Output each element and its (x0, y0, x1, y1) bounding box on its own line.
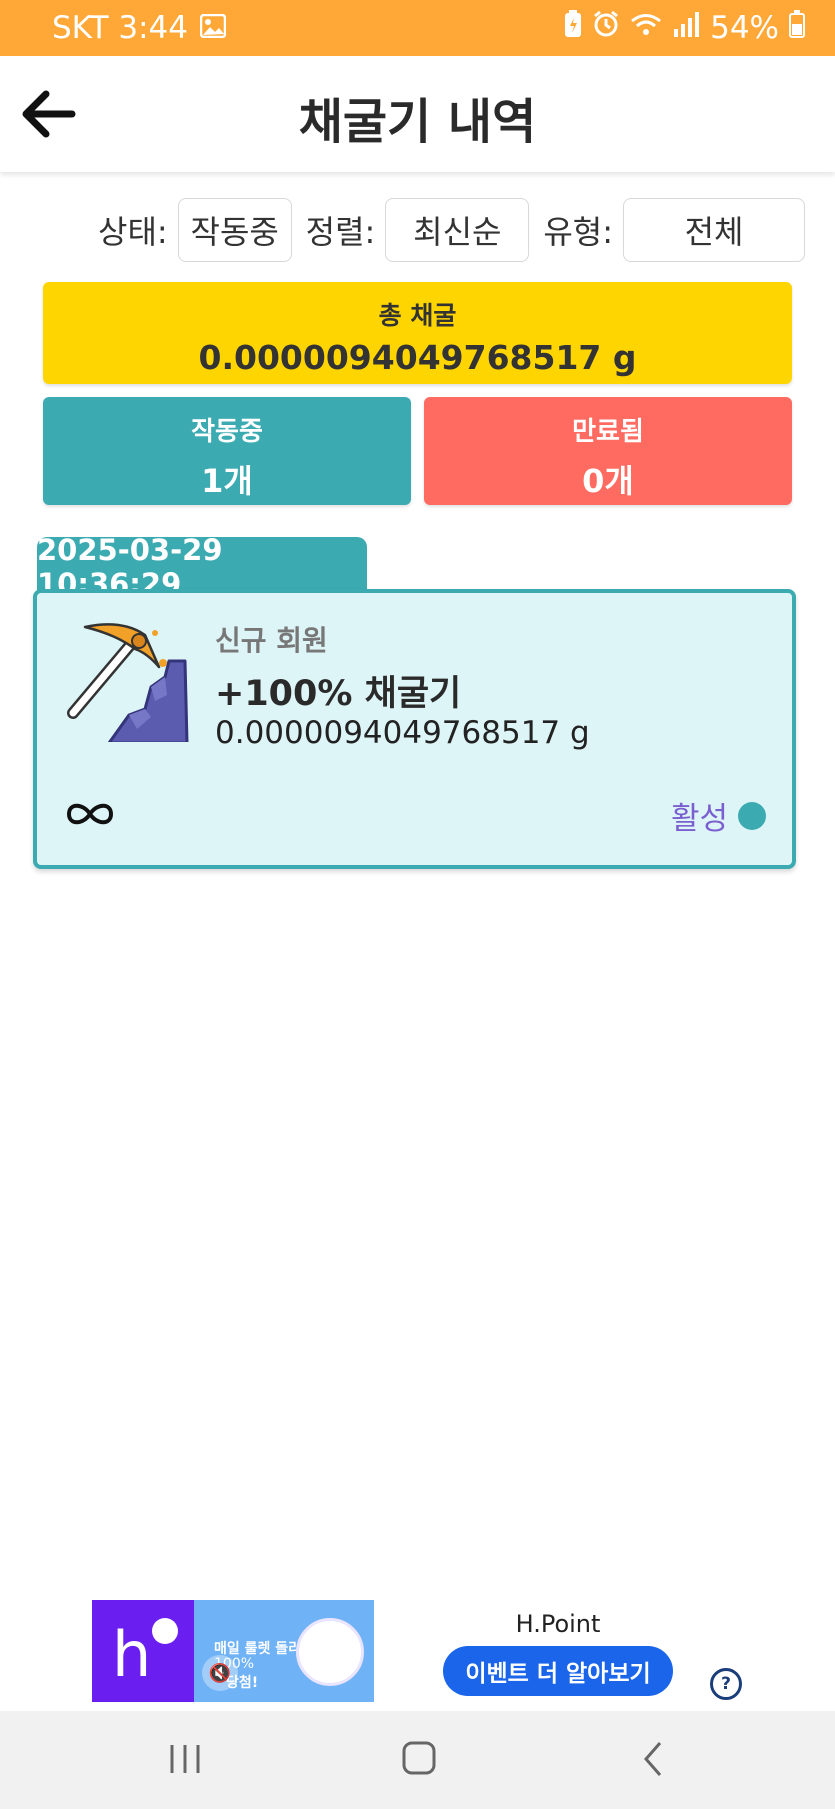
home-icon (402, 1741, 436, 1775)
ad-banner[interactable]: h 매일 룰렛 돌리면 100% 당첨! 🔇 H.Point 이벤트 더 알아보… (0, 1598, 835, 1710)
active-count-card[interactable]: 작동중 1개 (43, 397, 411, 505)
active-label: 작동중 (191, 417, 263, 447)
battery-icon (789, 10, 805, 46)
sort-filter-select[interactable]: 최신순 (385, 198, 530, 262)
total-mined-label: 총 채굴 (378, 301, 457, 330)
ad-promo-image[interactable]: 매일 룰렛 돌리면 100% 당첨! 🔇 (194, 1600, 374, 1702)
home-button[interactable] (396, 1739, 442, 1779)
sort-filter-label: 정렬: (305, 213, 376, 251)
mute-icon[interactable]: 🔇 (202, 1655, 238, 1691)
expired-label: 만료됨 (572, 417, 644, 447)
miner-date-tab: 2025-03-29 10:36:29 (37, 533, 367, 601)
miner-amount: 0.0000094049768517 g (215, 715, 590, 751)
wifi-icon (630, 10, 662, 46)
total-mined-card: 총 채굴 0.0000094049768517 g (43, 282, 792, 384)
total-mined-value: 0.0000094049768517 g (198, 338, 637, 377)
battery-saver-icon (564, 10, 582, 46)
carrier-time: SKT 3:44 (52, 10, 189, 46)
infinity-icon (66, 803, 114, 825)
ad-title: H.Point (515, 1610, 601, 1638)
battery-percent: 54% (710, 10, 779, 46)
app-header: 채굴기 내역 (0, 56, 835, 172)
pickaxe-icon (67, 623, 189, 742)
roulette-icon (296, 1618, 364, 1686)
active-count: 1개 (201, 462, 253, 500)
miner-category: 신규 회원 (215, 624, 328, 657)
type-filter-select[interactable]: 전체 (623, 198, 806, 262)
miner-status: 활성 (671, 793, 766, 838)
miner-name: +100% 채굴기 (215, 674, 462, 714)
expired-count-card[interactable]: 만료됨 0개 (424, 397, 792, 505)
miner-status-text: 활성 (670, 801, 728, 837)
help-icon[interactable]: ? (710, 1668, 742, 1700)
recents-icon (170, 1745, 200, 1773)
signal-icon (672, 10, 700, 46)
filter-bar: 상태: 작동중 정렬: 최신순 유형: 전체 (98, 198, 806, 262)
status-bar: SKT 3:44 54% (0, 0, 835, 56)
hpoint-logo[interactable]: h (92, 1600, 194, 1702)
system-back-button[interactable] (630, 1739, 676, 1779)
ad-learn-more-button[interactable]: 이벤트 더 알아보기 (443, 1646, 673, 1696)
gallery-icon (199, 10, 227, 46)
status-dot-icon (738, 801, 766, 830)
status-filter-select[interactable]: 작동중 (177, 198, 292, 262)
status-filter-label: 상태: (98, 213, 168, 251)
page-title: 채굴기 내역 (298, 94, 537, 150)
recents-button[interactable] (162, 1739, 208, 1779)
alarm-icon (592, 10, 620, 46)
miner-card[interactable]: 신규 회원 +100% 채굴기 0.0000094049768517 g 활성 (33, 589, 796, 869)
chevron-left-icon (644, 1742, 662, 1776)
system-nav-bar (0, 1711, 835, 1809)
type-filter-label: 유형: (543, 213, 614, 251)
expired-count: 0개 (582, 462, 634, 500)
